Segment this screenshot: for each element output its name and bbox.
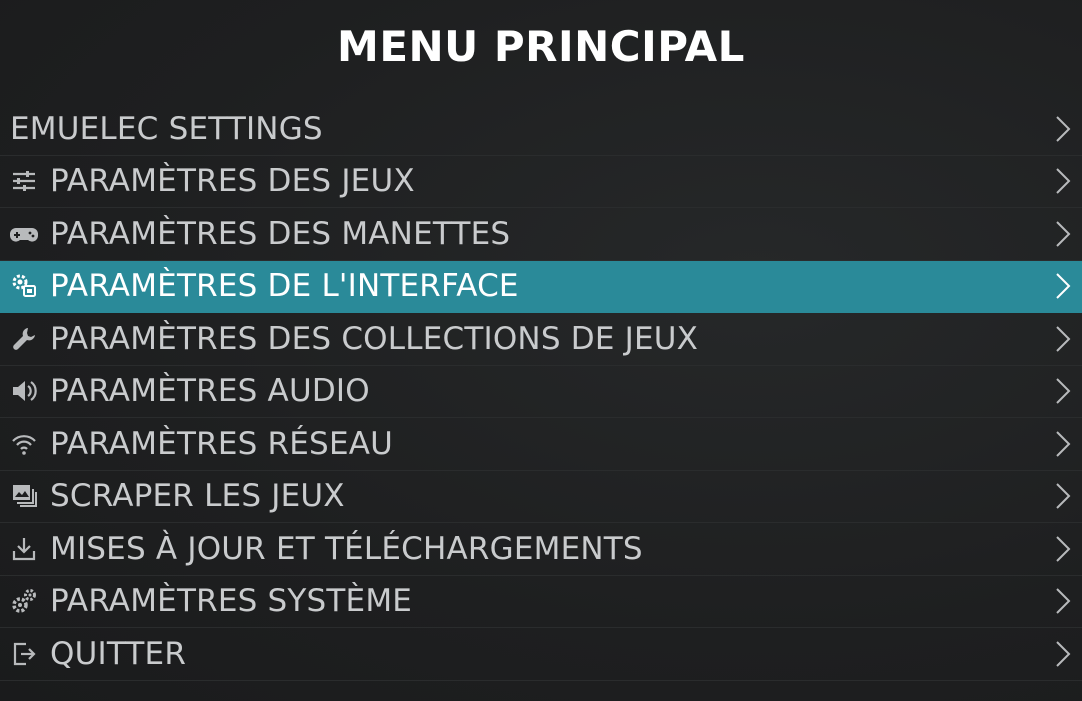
sliders-icon [9, 166, 39, 196]
menu-item-label: PARAMÈTRES SYSTÈME [50, 583, 413, 620]
menu-item-game-settings[interactable]: PARAMÈTRES DES JEUX [0, 156, 1082, 208]
menu-item-emuelec-settings[interactable]: EMUELEC SETTINGS [0, 103, 1082, 156]
chevron-right-icon [1056, 116, 1071, 142]
wrench-icon [9, 324, 39, 354]
menu-item-label: MISES À JOUR ET TÉLÉCHARGEMENTS [50, 530, 643, 567]
menu-item-label: QUITTER [50, 635, 187, 672]
menu-item-quit[interactable]: QUITTER [0, 628, 1082, 681]
chevron-right-icon [1056, 483, 1071, 509]
images-icon [9, 481, 39, 511]
speaker-icon [9, 376, 39, 406]
menu-item-updates-downloads[interactable]: MISES À JOUR ET TÉLÉCHARGEMENTS [0, 523, 1082, 576]
menu-item-interface-settings[interactable]: PARAMÈTRES DE L'INTERFACE [0, 260, 1082, 313]
chevron-right-icon [1056, 326, 1071, 352]
menu-item-label: PARAMÈTRES AUDIO [50, 373, 370, 410]
exit-icon [9, 639, 39, 669]
menu-item-collection-settings[interactable]: PARAMÈTRES DES COLLECTIONS DE JEUX [0, 313, 1082, 366]
gears-icon [9, 586, 39, 616]
menu-item-label: EMUELEC SETTINGS [10, 110, 323, 147]
ui-settings-icon [9, 271, 39, 301]
menu-item-label: PARAMÈTRES RÉSEAU [50, 425, 394, 462]
menu-item-network-settings[interactable]: PARAMÈTRES RÉSEAU [0, 418, 1082, 471]
menu-item-label: PARAMÈTRES DE L'INTERFACE [50, 268, 519, 305]
menu-item-audio-settings[interactable]: PARAMÈTRES AUDIO [0, 366, 1082, 418]
wifi-icon [9, 429, 39, 459]
menu-item-scrape-games[interactable]: SCRAPER LES JEUX [0, 471, 1082, 523]
chevron-right-icon [1056, 168, 1071, 194]
menu-item-controller-settings[interactable]: PARAMÈTRES DES MANETTES [0, 208, 1082, 261]
menu-item-label: PARAMÈTRES DES COLLECTIONS DE JEUX [50, 320, 699, 357]
chevron-right-icon [1056, 273, 1071, 299]
chevron-right-icon [1056, 431, 1071, 457]
menu-item-label: PARAMÈTRES DES MANETTES [50, 215, 511, 252]
chevron-right-icon [1056, 221, 1071, 247]
chevron-right-icon [1056, 641, 1071, 667]
menu-item-label: SCRAPER LES JEUX [50, 478, 345, 515]
chevron-right-icon [1056, 378, 1071, 404]
download-icon [9, 534, 39, 564]
menu-item-label: PARAMÈTRES DES JEUX [50, 163, 415, 200]
chevron-right-icon [1056, 588, 1071, 614]
chevron-right-icon [1056, 536, 1071, 562]
menu-title: MENU PRINCIPAL [337, 22, 745, 71]
gamepad-icon [9, 219, 39, 249]
menu-list: EMUELEC SETTINGS PARAMÈTRES DES JEUX PAR… [0, 103, 1082, 681]
menu-item-system-settings[interactable]: PARAMÈTRES SYSTÈME [0, 576, 1082, 628]
main-menu-panel: MENU PRINCIPAL EMUELEC SETTINGS PARAMÈTR… [0, 0, 1082, 701]
